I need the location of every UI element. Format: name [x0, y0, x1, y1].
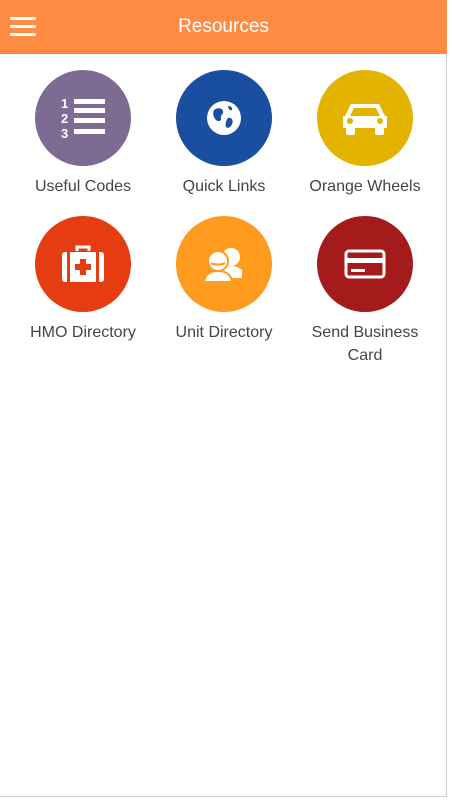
send-business-card-label: Send Business Card — [311, 324, 419, 364]
svg-text:1: 1 — [61, 96, 68, 111]
unit-directory-label: Unit Directory — [175, 324, 273, 341]
app-bar: Resources — [0, 0, 447, 54]
svg-text:2: 2 — [61, 111, 68, 126]
tile-hmo-directory[interactable]: HMO Directory — [13, 216, 153, 344]
car-icon — [343, 104, 387, 135]
tile-quick-links[interactable]: Quick Links — [154, 70, 294, 198]
people-icon — [202, 248, 242, 283]
hmo-directory-circle — [35, 216, 131, 312]
tile-useful-codes[interactable]: 1 2 3 Useful Codes — [13, 70, 153, 198]
quick-links-circle — [176, 70, 272, 166]
credit-card-icon — [344, 249, 386, 279]
page-title: Resources — [178, 16, 269, 37]
medical-kit-icon — [62, 245, 104, 282]
orange-wheels-label: Orange Wheels — [309, 178, 421, 195]
tile-orange-wheels[interactable]: Orange Wheels — [295, 70, 435, 198]
useful-codes-label: Useful Codes — [34, 178, 132, 195]
app-frame: Resources 1 2 3 Useful Codes Quick Links… — [0, 0, 447, 797]
tile-send-business-card[interactable]: Send Business Card — [295, 216, 435, 367]
orange-wheels-circle — [317, 70, 413, 166]
globe-icon — [207, 101, 241, 135]
tile-unit-directory[interactable]: Unit Directory — [154, 216, 294, 344]
quick-links-label: Quick Links — [182, 178, 266, 195]
hmo-directory-label: HMO Directory — [30, 324, 136, 341]
unit-directory-circle — [176, 216, 272, 312]
svg-text:3: 3 — [61, 126, 68, 141]
useful-codes-circle: 1 2 3 — [35, 70, 131, 166]
send-business-card-circle — [317, 216, 413, 312]
numbered-list-icon: 1 2 3 — [61, 96, 105, 141]
